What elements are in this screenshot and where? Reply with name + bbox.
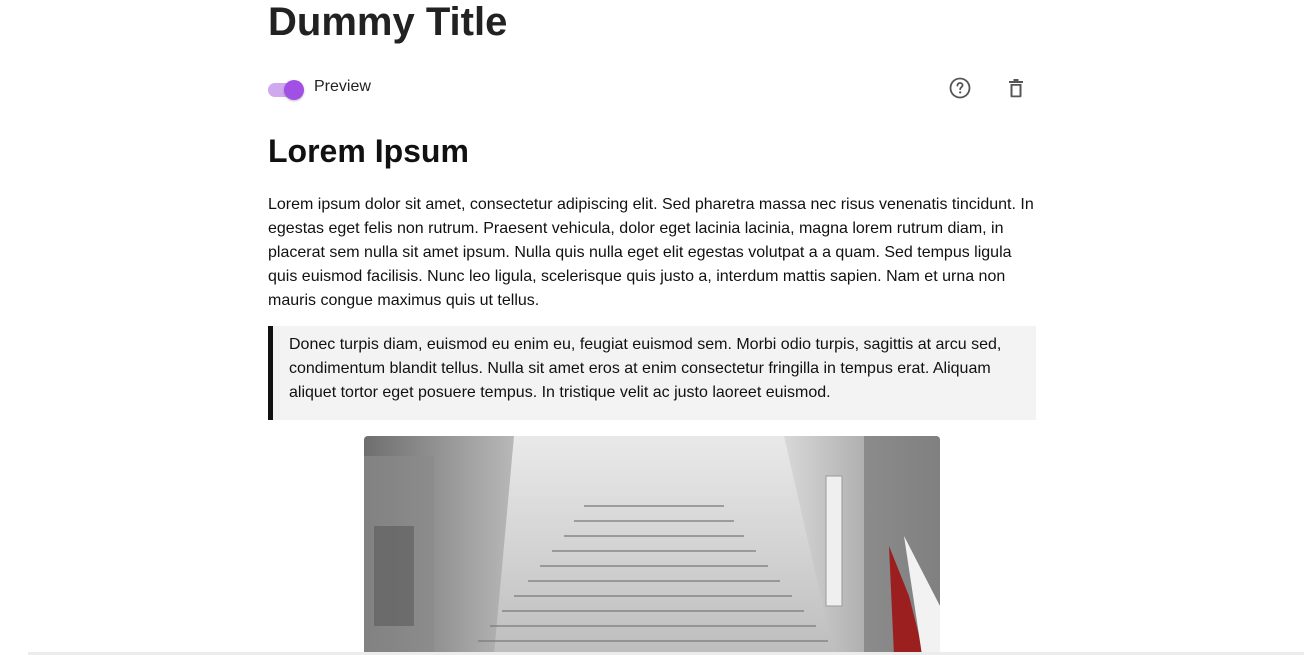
foggy-staircase-photo [364, 436, 940, 655]
preview-toggle[interactable] [268, 76, 306, 100]
trash-icon [1009, 79, 1023, 98]
blockquote: Donec turpis diam, euismod eu enim eu, f… [268, 326, 1036, 420]
delete-button[interactable] [1002, 74, 1030, 102]
page: Dummy Title Preview Lorem Ipsum Lorem ip… [0, 0, 1304, 655]
help-button[interactable] [946, 74, 974, 102]
preview-toggle-label: Preview [314, 78, 371, 95]
content-image [364, 436, 940, 655]
body-paragraph: Lorem ipsum dolor sit amet, consectetur … [268, 196, 1034, 309]
page-title: Dummy Title [268, 0, 508, 44]
preview-toggle-thumb [284, 80, 304, 100]
content-heading: Lorem Ipsum [268, 133, 469, 169]
blockquote-text: Donec turpis diam, euismod eu enim eu, f… [289, 336, 1002, 401]
help-circle-icon [949, 77, 971, 99]
toolbar: Preview [268, 72, 1036, 102]
